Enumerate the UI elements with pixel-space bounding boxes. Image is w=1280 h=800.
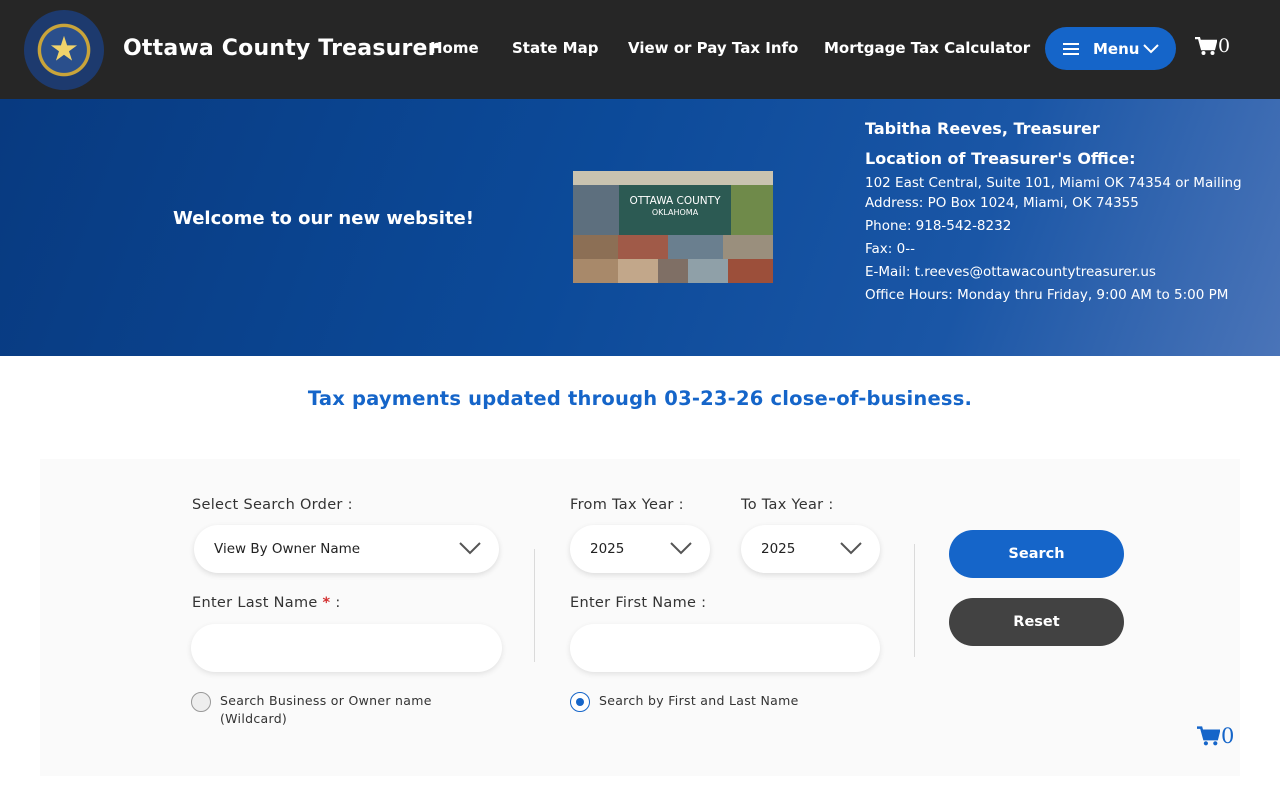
first-last-search-option[interactable]: Search by First and Last Name <box>570 692 890 712</box>
chevron-down-icon <box>670 541 692 559</box>
from-tax-year-select[interactable]: 2025 <box>570 525 710 573</box>
nav-mortgage-calculator[interactable]: Mortgage Tax Calculator <box>824 39 1030 57</box>
location-heading: Location of Treasurer's Office: <box>865 149 1136 168</box>
office-hours: Office Hours: Monday thru Friday, 9:00 A… <box>865 287 1229 303</box>
first-last-radio-label: Search by First and Last Name <box>599 693 799 708</box>
last-name-input[interactable] <box>191 624 502 672</box>
office-fax: Fax: 0-- <box>865 241 915 257</box>
wildcard-search-option[interactable]: Search Business or Owner name (Wildcard) <box>191 692 491 728</box>
search-order-value: View By Owner Name <box>214 541 361 557</box>
first-name-label: Enter First Name : <box>570 595 707 611</box>
treasurer-name: Tabitha Reeves, Treasurer <box>865 119 1100 138</box>
last-name-label-colon: : <box>335 595 341 611</box>
office-email[interactable]: E-Mail: t.reeves@ottawacountytreasurer.u… <box>865 262 1245 282</box>
to-tax-year-value: 2025 <box>761 541 796 557</box>
welcome-banner: Welcome to our new website! OTTAWA COUNT… <box>0 99 1280 356</box>
site-title[interactable]: Ottawa County Treasurer <box>123 36 439 61</box>
nav-home[interactable]: Home <box>430 39 479 57</box>
office-address: 102 East Central, Suite 101, Miami OK 74… <box>865 175 1242 211</box>
tax-search-panel: Select Search Order : View By Owner Name… <box>40 459 1240 776</box>
office-phone: Phone: 918-542-8232 <box>865 218 1012 234</box>
chevron-down-icon <box>1143 40 1160 58</box>
to-tax-year-label: To Tax Year : <box>741 497 834 513</box>
seal-star-icon: ★ <box>48 29 80 70</box>
nav-view-pay-tax[interactable]: View or Pay Tax Info <box>628 39 798 57</box>
shopping-cart-icon <box>1195 36 1217 56</box>
cart-button[interactable]: 0 <box>1195 35 1230 57</box>
to-tax-year-select[interactable]: 2025 <box>741 525 880 573</box>
state-seal-icon[interactable]: ★ <box>24 10 104 90</box>
first-name-input[interactable] <box>570 624 880 672</box>
chevron-down-icon <box>459 541 481 559</box>
welcome-message: Welcome to our new website! <box>173 208 474 229</box>
wildcard-radio[interactable] <box>191 692 211 712</box>
nav-state-map[interactable]: State Map <box>512 39 598 57</box>
tax-update-status: Tax payments updated through 03-23-26 cl… <box>307 387 973 410</box>
from-tax-year-label: From Tax Year : <box>570 497 684 513</box>
menu-button[interactable]: Menu <box>1045 27 1176 70</box>
chevron-down-icon <box>840 541 862 559</box>
search-order-label: Select Search Order : <box>192 497 353 513</box>
column-divider <box>914 544 915 657</box>
last-name-label-text: Enter Last Name <box>192 595 318 611</box>
reset-button[interactable]: Reset <box>949 598 1124 646</box>
hamburger-icon <box>1063 42 1079 55</box>
first-last-radio[interactable] <box>570 692 590 712</box>
from-tax-year-value: 2025 <box>590 541 625 557</box>
floating-cart-count: 0 <box>1221 724 1235 748</box>
menu-label: Menu <box>1093 39 1140 58</box>
search-button[interactable]: Search <box>949 530 1124 578</box>
county-collage-image: OTTAWA COUNTY OKLAHOMA <box>573 171 773 283</box>
shopping-cart-icon <box>1197 725 1220 747</box>
site-header: ★ Ottawa County Treasurer Home State Map… <box>0 0 1280 99</box>
wildcard-radio-label: Search Business or Owner name (Wildcard) <box>220 693 432 726</box>
collage-subtitle: OKLAHOMA <box>651 207 699 217</box>
collage-title: OTTAWA COUNTY <box>629 195 721 207</box>
last-name-label: Enter Last Name * : <box>192 595 341 611</box>
floating-cart-button[interactable]: 0 <box>1197 724 1234 748</box>
collage-caption: OTTAWA COUNTY OKLAHOMA <box>619 185 731 235</box>
cart-count: 0 <box>1218 35 1231 57</box>
required-mark: * <box>322 595 331 611</box>
column-divider <box>534 549 535 662</box>
office-contact-info: Tabitha Reeves, Treasurer Location of Tr… <box>865 119 1245 308</box>
search-order-select[interactable]: View By Owner Name <box>194 525 499 573</box>
